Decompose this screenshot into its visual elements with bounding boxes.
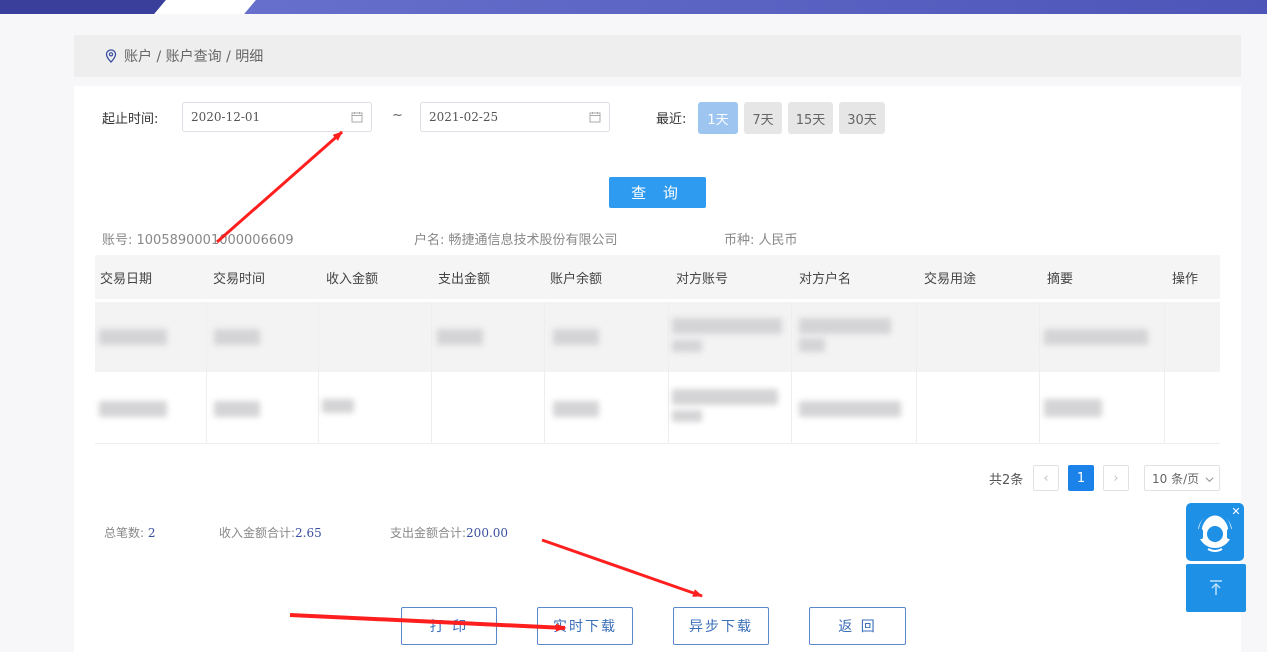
close-icon[interactable]: ✕ [1228, 503, 1244, 519]
column-divider [1039, 302, 1040, 444]
redacted-cell [799, 338, 825, 352]
start-date-value: 2020-12-01 [191, 110, 261, 124]
redacted-cell [1044, 329, 1148, 345]
summary-income-label: 收入金额合计: [219, 526, 296, 540]
arrow-up-icon [1210, 580, 1222, 595]
top-header-bar [0, 0, 1267, 14]
quick-range-30d[interactable]: 30天 [839, 102, 885, 134]
realtime-download-button[interactable]: 实时下载 [537, 607, 633, 645]
redacted-cell [99, 401, 167, 417]
print-button[interactable]: 打 印 [401, 607, 497, 645]
breadcrumb-text: 账户 / 账户查询 / 明细 [124, 49, 264, 65]
prev-page-button[interactable]: ‹ [1033, 465, 1059, 491]
column-header: 对方户名 [799, 272, 852, 287]
chevron-down-icon [1205, 477, 1214, 483]
summary-expense-label: 支出金额合计: [390, 526, 467, 540]
quick-range-15d[interactable]: 15天 [788, 102, 833, 134]
recent-label: 最近: [656, 112, 687, 127]
account-currency: 币种: 人民币 [724, 233, 798, 248]
redacted-cell [1044, 399, 1102, 417]
summary-count-label: 总笔数: [104, 526, 145, 540]
start-date-input[interactable]: 2020-12-01 [182, 102, 372, 132]
redacted-cell [799, 401, 901, 417]
redacted-cell [672, 318, 782, 334]
redacted-cell [553, 329, 599, 345]
column-divider [431, 302, 432, 444]
column-header: 交易时间 [213, 272, 266, 287]
date-separator: ~ [392, 108, 403, 123]
redacted-cell [553, 401, 599, 417]
redacted-cell [99, 329, 167, 345]
column-divider [544, 302, 545, 444]
column-header: 摘要 [1047, 272, 1074, 287]
pagination-total: 共2条 [989, 473, 1024, 488]
calendar-icon[interactable] [589, 111, 601, 123]
back-to-top-button[interactable] [1186, 564, 1246, 612]
summary-expense-value: 200.00 [466, 526, 509, 540]
calendar-icon[interactable] [351, 111, 363, 123]
header-segment [240, 0, 1267, 14]
back-button[interactable]: 返 回 [809, 607, 906, 645]
column-header: 交易用途 [924, 272, 977, 287]
column-header: 账户余额 [550, 272, 603, 287]
column-divider [318, 302, 319, 444]
header-segment [154, 0, 256, 14]
redacted-cell [672, 340, 702, 352]
redacted-cell [672, 389, 778, 405]
column-header: 支出金额 [438, 272, 491, 287]
summary-count-value: 2 [147, 526, 156, 540]
page-size-select[interactable]: 10 条/页 [1144, 465, 1220, 491]
account-number: 账号: 1005890001000006609 [102, 233, 294, 248]
end-date-value: 2021-02-25 [429, 110, 499, 124]
redacted-cell [322, 399, 354, 413]
column-divider [1164, 302, 1165, 444]
async-download-button[interactable]: 异步下载 [673, 607, 769, 645]
end-date-input[interactable]: 2021-02-25 [420, 102, 610, 132]
column-header: 收入金额 [326, 272, 379, 287]
redacted-cell [799, 318, 891, 334]
column-divider [916, 302, 917, 444]
quick-range-1d[interactable]: 1天 [698, 102, 738, 134]
query-button[interactable]: 查 询 [609, 177, 706, 208]
redacted-cell [437, 329, 483, 345]
column-header: 交易日期 [100, 272, 153, 287]
summary-income-value: 2.65 [295, 526, 322, 540]
header-segment [0, 0, 170, 14]
breadcrumb: 账户 / 账户查询 / 明细 [74, 35, 1241, 77]
account-name: 户名: 畅捷通信息技术股份有限公司 [414, 233, 618, 248]
column-divider [668, 302, 669, 444]
column-header: 操作 [1172, 272, 1199, 287]
column-divider [206, 302, 207, 444]
column-divider [791, 302, 792, 444]
date-range-label: 起止时间: [102, 112, 159, 127]
summary-income: 收入金额合计:2.65 [219, 524, 322, 541]
quick-range-7d[interactable]: 7天 [744, 102, 782, 134]
page-number-button[interactable]: 1 [1068, 465, 1094, 491]
next-page-button[interactable]: › [1103, 465, 1129, 491]
summary-count: 总笔数: 2 [104, 524, 156, 541]
redacted-cell [214, 401, 260, 417]
page-size-value: 10 条/页 [1152, 471, 1200, 486]
location-pin-icon [105, 49, 117, 63]
summary-expense: 支出金额合计:200.00 [390, 524, 508, 541]
column-header: 对方账号 [676, 272, 729, 287]
redacted-cell [672, 410, 702, 422]
redacted-cell [214, 329, 260, 345]
